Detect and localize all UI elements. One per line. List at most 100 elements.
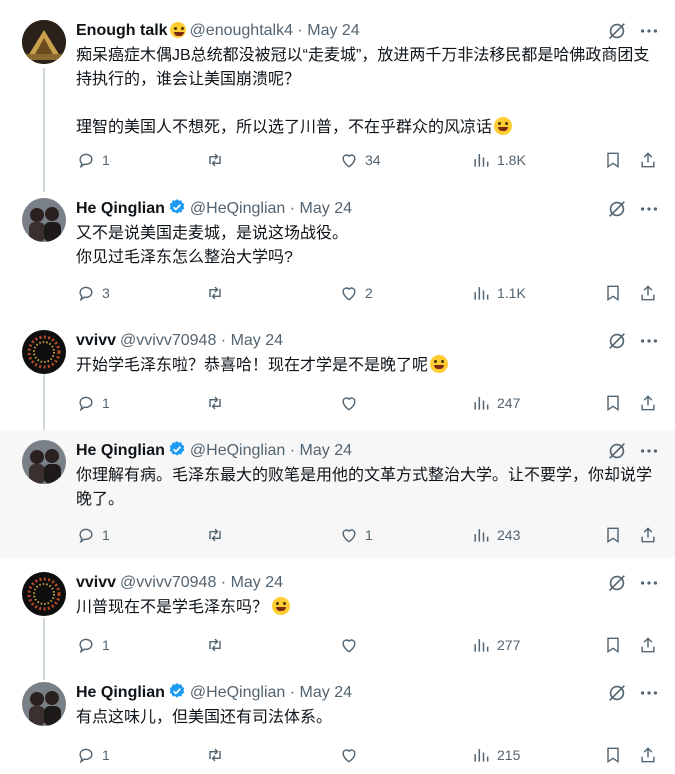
hide-reply-icon[interactable] [606,682,628,704]
views-icon [474,749,489,762]
hide-reply-icon[interactable] [606,330,628,352]
reply-button[interactable]: 1 [76,633,110,657]
bookmark-icon [607,637,619,653]
reply-button[interactable]: 1 [76,148,110,172]
reply-button[interactable]: 1 [76,523,110,547]
tweet-actions: 1 277 [76,633,661,657]
like-button[interactable] [339,633,365,657]
share-button[interactable] [638,633,658,657]
share-button[interactable] [638,148,658,172]
display-name[interactable]: He Qinglian [76,200,165,217]
views-button[interactable]: 247 [471,391,520,415]
reply-icon [79,153,93,169]
share-icon [641,527,655,543]
retweet-button[interactable] [205,281,231,305]
reply-button[interactable]: 1 [76,391,110,415]
share-icon [641,152,655,168]
handle[interactable]: @vvivv70948 [120,574,216,591]
avatar[interactable] [22,20,66,64]
like-button[interactable]: 34 [339,148,381,172]
views-button[interactable]: 215 [471,743,520,767]
tweet-text-line: 又不是说美国走麦城，是说这场战役。 [76,225,349,242]
like-icon [342,529,356,543]
avatar[interactable] [22,330,66,374]
avatar[interactable] [22,198,66,242]
more-icon[interactable] [638,682,660,704]
bookmark-button[interactable] [603,148,623,172]
grinning-face-emoji [430,355,449,373]
views-button[interactable]: 1.8K [471,148,526,172]
views-button[interactable]: 1.1K [471,281,526,305]
share-button[interactable] [638,391,658,415]
avatar[interactable] [22,572,66,616]
retweet-button[interactable] [205,743,231,767]
display-name[interactable]: vvivv [76,574,116,591]
retweet-button[interactable] [205,391,231,415]
bookmark-button[interactable] [603,633,623,657]
reply-button[interactable]: 3 [76,281,110,305]
retweet-icon [209,528,221,542]
bookmark-button[interactable] [603,391,623,415]
bookmark-button[interactable] [603,743,623,767]
tweet-header: He Qinglian @HeQinglian · May 24 [76,199,353,217]
share-button[interactable] [638,281,658,305]
handle[interactable]: @HeQinglian [190,200,285,217]
tweet-text-line [76,92,656,116]
like-button[interactable]: 2 [339,281,373,305]
retweet-icon [209,748,221,762]
reply-icon [79,528,93,544]
timestamp[interactable]: May 24 [300,684,352,701]
handle[interactable]: @enoughtalk4 [190,22,293,39]
bookmark-button[interactable] [603,523,623,547]
display-name[interactable]: vvivv [76,332,116,349]
display-name[interactable]: He Qinglian [76,442,165,459]
like-button[interactable] [339,391,365,415]
timestamp[interactable]: May 24 [300,200,352,217]
retweet-button[interactable] [205,633,231,657]
hide-reply-icon[interactable] [606,440,628,462]
timestamp[interactable]: May 24 [307,22,359,39]
retweet-button[interactable] [205,148,231,172]
tweet-header: He Qinglian @HeQinglian · May 24 [76,683,353,701]
timestamp[interactable]: May 24 [300,442,352,459]
share-icon [641,637,655,653]
like-icon [342,639,356,653]
bookmark-button[interactable] [603,281,623,305]
timestamp[interactable]: May 24 [231,574,283,591]
handle[interactable]: @vvivv70948 [120,332,216,349]
views-icon [474,287,489,300]
tweet-text-line: 川普现在不是学毛泽东吗？ [76,596,656,620]
more-icon[interactable] [638,440,660,462]
tweet-text: 开始学毛泽东啦？恭喜哈！现在才学是不是晚了呢 [76,354,656,378]
views-button[interactable]: 243 [471,523,520,547]
hide-reply-icon[interactable] [606,572,628,594]
handle[interactable]: @HeQinglian [190,442,285,459]
display-name[interactable]: He Qinglian [76,684,165,701]
retweet-icon [209,638,221,652]
avatar[interactable] [22,682,66,726]
tweet-text: 痴呆癌症木偶JB总统都没被冠以“走麦城”，放进两千万非法移民都是哈佛政商团支持执… [76,44,656,140]
hide-reply-icon[interactable] [606,198,628,220]
avatar[interactable] [22,440,66,484]
tweet-text-line: 有点这味儿，但美国还有司法体系。 [76,709,333,726]
more-icon[interactable] [638,572,660,594]
like-button[interactable] [339,743,365,767]
verified-badge-icon [169,441,185,456]
views-button[interactable]: 277 [471,633,520,657]
hide-reply-icon[interactable] [606,20,628,42]
share-button[interactable] [638,523,658,547]
crying-laughing-face-emoji [272,597,291,615]
tweet-text-line: 你见过毛泽东怎么整治大学吗? [76,249,293,266]
more-icon[interactable] [638,20,660,42]
bookmark-icon [607,527,619,543]
reply-button[interactable]: 1 [76,743,110,767]
timestamp[interactable]: May 24 [231,332,283,349]
tweet-header: He Qinglian @HeQinglian · May 24 [76,441,353,459]
like-button[interactable]: 1 [339,523,373,547]
share-button[interactable] [638,743,658,767]
retweet-button[interactable] [205,523,231,547]
display-name[interactable]: Enough talk [76,22,168,39]
more-icon[interactable] [638,330,660,352]
more-icon[interactable] [638,198,660,220]
handle[interactable]: @HeQinglian [190,684,285,701]
